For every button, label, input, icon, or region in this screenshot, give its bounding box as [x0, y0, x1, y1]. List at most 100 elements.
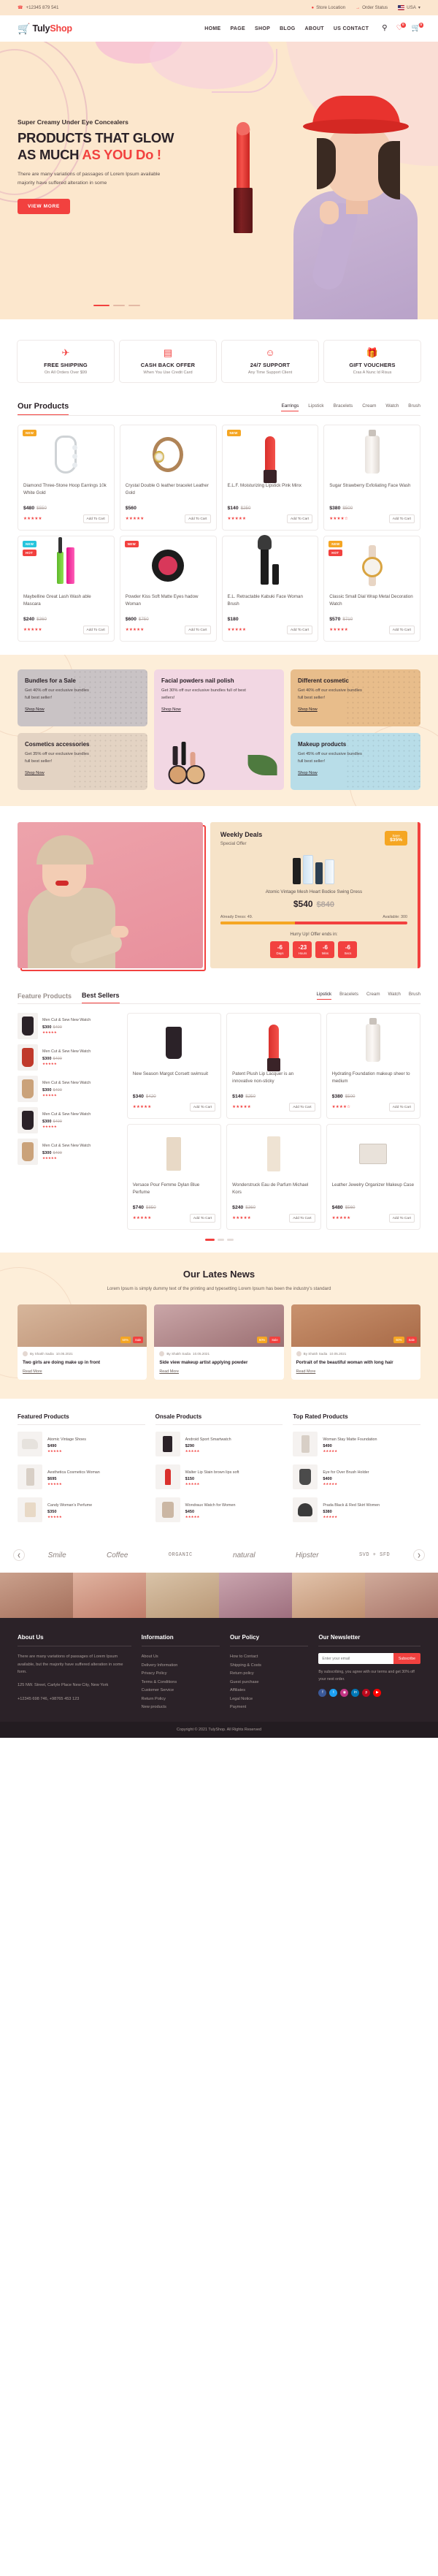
nav-item-shop[interactable]: SHOP: [255, 26, 270, 31]
footer-link-about-us[interactable]: About Us: [142, 1653, 220, 1661]
promo-shop-now-link[interactable]: Shop Now: [25, 771, 45, 775]
filter-watch[interactable]: Watch: [388, 992, 401, 1000]
facebook-icon[interactable]: f: [318, 1688, 327, 1697]
promo-card-accessories[interactable]: Cosmetics accessories Get 35% off our ex…: [18, 733, 147, 790]
gallery-image-4[interactable]: [219, 1573, 292, 1619]
list-item[interactable]: Walter Lip Stain brown lips soft $150 ★★…: [155, 1464, 283, 1490]
list-item[interactable]: Men Cut & Sew New Watch $300 $400 ★★★★★: [18, 1076, 120, 1102]
twitter-icon[interactable]: t: [329, 1688, 338, 1697]
product-card[interactable]: Wonderstruck Eau de Parfum Michael Kors …: [226, 1124, 321, 1230]
tab-watch[interactable]: Watch: [385, 403, 399, 411]
product-card[interactable]: NEW HOT Classic Small Dial Wrap Metal De…: [323, 536, 420, 642]
footer-link-legal-notice[interactable]: Legal Notice: [230, 1695, 308, 1703]
cart-icon[interactable]: 🛒 0: [412, 23, 423, 32]
tab-brush[interactable]: Brush: [408, 403, 420, 411]
add-to-cart-button[interactable]: Add To Cart: [289, 1214, 315, 1223]
brand-natural[interactable]: natural: [233, 1551, 256, 1559]
nav-item-contact[interactable]: US CONTACT: [334, 26, 369, 31]
add-to-cart-button[interactable]: Add To Cart: [388, 1103, 415, 1112]
filter-cream[interactable]: Cream: [366, 992, 380, 1000]
product-card[interactable]: NEW Diamond Three-Stone Hoop Earrings 10…: [18, 425, 115, 531]
store-location-link[interactable]: ● Store Location: [312, 5, 346, 10]
chevron-right-icon[interactable]: ❯: [413, 1549, 425, 1562]
list-item[interactable]: Android Sport Smartwatch $290 ★★★★★: [155, 1432, 283, 1457]
promo-card-makeup[interactable]: Makeup products Get 45% off our exclusiv…: [291, 733, 420, 790]
promo-shop-now-link[interactable]: Shop Now: [25, 707, 45, 712]
filter-bracelets[interactable]: Bracelets: [339, 992, 358, 1000]
footer-link-terms[interactable]: Terms & Conditions: [142, 1679, 220, 1687]
tab-best-sellers[interactable]: Best Sellers: [82, 992, 120, 1003]
add-to-cart-button[interactable]: Add To Cart: [388, 626, 415, 634]
footer-link-delivery[interactable]: Delivery Information: [142, 1662, 220, 1670]
list-item[interactable]: Atomic Vintage Shoes $490 ★★★★★: [18, 1432, 145, 1457]
product-card[interactable]: Crystal Double G leather bracelet Leathe…: [119, 425, 217, 531]
footer-link-guest-purchase[interactable]: Guest purchase: [230, 1679, 308, 1687]
promo-card-different-cosmetic[interactable]: Different cosmetic Get 40% off our exclu…: [291, 669, 420, 726]
nav-item-about[interactable]: ABOUT: [304, 26, 323, 31]
chevron-left-icon[interactable]: ❮: [13, 1549, 25, 1562]
footer-link-payment[interactable]: Payment: [230, 1703, 308, 1711]
add-to-cart-button[interactable]: Add To Cart: [388, 1214, 415, 1223]
tab-lipstick[interactable]: Lipstick: [308, 403, 323, 411]
filter-lipstick[interactable]: Lipstick: [316, 992, 332, 1000]
country-selector[interactable]: USA ▾: [398, 5, 420, 10]
tab-bracelets[interactable]: Bracelets: [334, 403, 353, 411]
product-card[interactable]: Hydrating Foundation makeup sheer to med…: [326, 1013, 420, 1119]
nav-item-blog[interactable]: BLOG: [280, 26, 295, 31]
product-card[interactable]: E.L. Retractable Kabuki Face Woman Brush…: [221, 535, 319, 642]
list-item[interactable]: Woman Stay Matte Foundation $490 ★★★★★: [293, 1432, 420, 1457]
hero-dot-2[interactable]: [113, 304, 125, 306]
brand-organic[interactable]: ORGANIC: [169, 1552, 193, 1558]
add-to-cart-button[interactable]: Add To Cart: [388, 514, 415, 523]
brand-hipster[interactable]: Hipster: [296, 1551, 319, 1559]
news-card[interactable]: 50% Sale By Shakh Sadia 10.05.2021 Portra…: [291, 1304, 420, 1380]
brand-coffee[interactable]: Coffee: [107, 1551, 128, 1559]
list-item[interactable]: Men Cut & Sew New Watch $300 $400 ★★★★★: [18, 1013, 120, 1039]
add-to-cart-button[interactable]: Add To Cart: [287, 514, 313, 523]
instagram-icon[interactable]: ◉: [340, 1688, 349, 1697]
add-to-cart-button[interactable]: Add To Cart: [189, 1103, 216, 1112]
tab-earrings[interactable]: Earrings: [281, 403, 299, 411]
hero-dot-1[interactable]: [93, 304, 110, 306]
hero-carousel-dots[interactable]: [93, 304, 140, 306]
news-read-more-link[interactable]: Read More: [291, 1366, 420, 1380]
hero-dot-3[interactable]: [128, 304, 140, 306]
footer-link-privacy[interactable]: Privacy Policy: [142, 1670, 220, 1678]
news-card[interactable]: 50% Sale By Shakh Sadia 10.05.2021 Two gi…: [18, 1304, 147, 1380]
gallery-image-6[interactable]: [365, 1573, 438, 1619]
add-to-cart-button[interactable]: Add To Cart: [82, 626, 109, 634]
gallery-image-5[interactable]: [292, 1573, 365, 1619]
tab-feature-products[interactable]: Feature Products: [18, 992, 72, 1003]
phone-block[interactable]: ☎ +12345 879 541: [18, 5, 58, 10]
add-to-cart-button[interactable]: Add To Cart: [185, 514, 211, 523]
gallery-image-1[interactable]: [0, 1573, 73, 1619]
site-logo[interactable]: 🛒 TulyShop: [18, 23, 72, 34]
carousel-dot-3[interactable]: [226, 1239, 234, 1241]
product-card[interactable]: NEW E.L.F. Moisturizing Lipstick Pink Mi…: [221, 425, 319, 531]
carousel-dot-1[interactable]: [204, 1239, 215, 1241]
nav-item-home[interactable]: HOME: [204, 26, 220, 31]
hero-view-more-button[interactable]: VIEW MORE: [18, 198, 70, 214]
footer-link-how-to-contact[interactable]: How to Contact: [230, 1653, 308, 1661]
list-item[interactable]: Aesthetica Cosmetics Woman $695 ★★★★★: [18, 1464, 145, 1490]
search-icon[interactable]: ⚲: [382, 25, 387, 32]
add-to-cart-button[interactable]: Add To Cart: [287, 626, 313, 634]
filter-brush[interactable]: Brush: [409, 992, 420, 1000]
promo-shop-now-link[interactable]: Shop Now: [298, 771, 318, 775]
product-card[interactable]: NEW HOT Maybelline Great Lash Wash able …: [18, 536, 115, 642]
promo-shop-now-link[interactable]: Shop Now: [161, 707, 277, 712]
add-to-cart-button[interactable]: Add To Cart: [82, 514, 109, 523]
product-card[interactable]: Sugar Strawberry Exfoliating Face Wash $…: [323, 425, 420, 531]
footer-link-return-policy[interactable]: Return Policy: [142, 1695, 220, 1703]
add-to-cart-button[interactable]: Add To Cart: [289, 1103, 315, 1112]
youtube-icon[interactable]: ▶: [373, 1688, 382, 1697]
add-to-cart-button[interactable]: Add To Cart: [185, 626, 211, 634]
news-read-more-link[interactable]: Read More: [154, 1366, 283, 1380]
news-card[interactable]: 50% Sale By Shakh Sadia 10.05.2021 Side v…: [154, 1304, 284, 1380]
newsletter-subscribe-button[interactable]: Subscribe: [393, 1653, 420, 1665]
gallery-image-2[interactable]: [73, 1573, 146, 1619]
list-item[interactable]: Wondraux Watch for Women $450 ★★★★★: [155, 1497, 283, 1523]
promo-card-facial[interactable]: Facial powders nail polish Get 30% off o…: [154, 669, 284, 790]
footer-link-return[interactable]: Return policy: [230, 1670, 308, 1678]
promo-shop-now-link[interactable]: Shop Now: [298, 707, 318, 712]
